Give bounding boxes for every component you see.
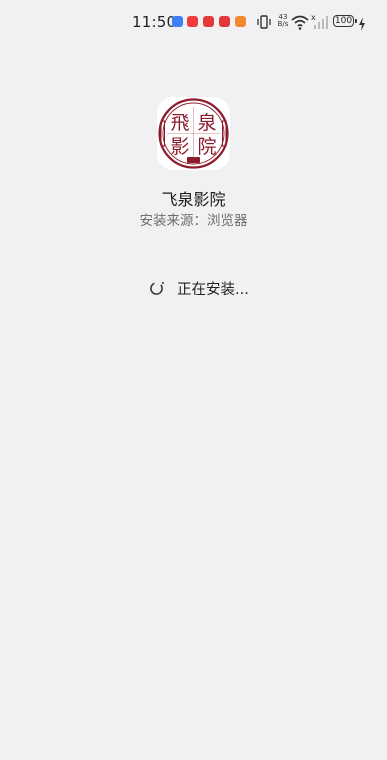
status-time: 11:50 bbox=[132, 13, 177, 31]
video-app-icon bbox=[203, 16, 214, 27]
weibo-app-icon bbox=[187, 16, 198, 27]
charging-icon bbox=[359, 17, 365, 31]
network-speed-unit: B/s bbox=[277, 20, 289, 28]
install-status-text: 正在安装... bbox=[177, 282, 249, 298]
logo-char: 飛 bbox=[170, 112, 189, 134]
logo-char: 院 bbox=[197, 136, 216, 158]
logo-char: 影 bbox=[170, 136, 189, 158]
svg-text:x: x bbox=[311, 13, 316, 22]
wifi-icon bbox=[291, 15, 309, 30]
signal-icon: x bbox=[311, 13, 328, 29]
status-bar: 11:50 43 B/s x 100 bbox=[0, 0, 387, 44]
app-icon: 飛 泉 影 院 bbox=[157, 97, 230, 170]
feiquan-cinema-logo-icon: 飛 泉 影 院 bbox=[158, 98, 229, 169]
logo-char: 泉 bbox=[197, 112, 216, 134]
player-app-icon bbox=[235, 16, 246, 27]
battery-icon: 100 bbox=[333, 15, 354, 27]
app-name: 飞泉影院 bbox=[161, 190, 226, 209]
message-app-icon bbox=[172, 16, 183, 27]
vibrate-icon bbox=[257, 15, 271, 29]
battery-tip bbox=[355, 19, 357, 23]
network-speed: 43 B/s bbox=[276, 14, 290, 28]
game-app-icon bbox=[219, 16, 230, 27]
install-source: 安装来源：浏览器 bbox=[139, 213, 248, 229]
loading-spinner-icon bbox=[150, 282, 164, 295]
